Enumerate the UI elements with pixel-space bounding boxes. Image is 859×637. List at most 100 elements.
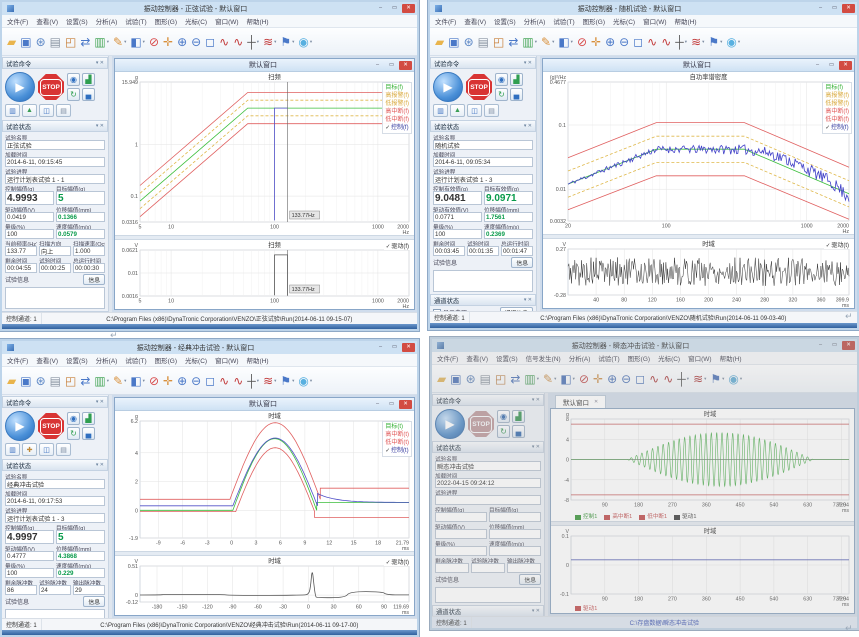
field-value[interactable]: 00:01:47 [501, 246, 533, 256]
settings-gears-icon[interactable]: ⊛▾ [463, 31, 475, 52]
field-value[interactable]: 1.000 [73, 246, 105, 256]
field-value[interactable]: 2014-6-11, 09:05:34 [433, 157, 533, 167]
open-folder-icon[interactable]: ▰▾ [436, 368, 447, 389]
histogram-view-icon[interactable]: ▄ [82, 88, 95, 101]
legend-item[interactable]: ✓控制(t) [385, 447, 409, 455]
dropdown-caret-icon[interactable]: ▾ [554, 376, 556, 382]
dropdown-caret-icon[interactable]: ▾ [107, 39, 109, 45]
dropdown-caret-icon[interactable]: ▾ [722, 376, 724, 382]
field-value[interactable]: 2014-6-11, 09:15:45 [5, 157, 105, 167]
field-value[interactable]: 86 [5, 585, 37, 595]
spectrum-plot-icon[interactable]: ∿▾ [218, 31, 230, 52]
screenshot-icon[interactable]: ◰▾ [494, 368, 507, 389]
pan-hand-icon[interactable]: ✛▾ [162, 31, 174, 52]
info-button[interactable]: 信息 [83, 596, 105, 607]
edit-signal-icon[interactable]: ✎▾ [540, 31, 555, 52]
record-icon[interactable]: ◉ [67, 73, 80, 86]
legend-item[interactable]: ✓高报警(f) [385, 92, 409, 100]
display-setup-icon[interactable]: ◧▾ [559, 368, 576, 389]
report-icon[interactable]: ▤ [56, 443, 71, 456]
settings-gears-icon[interactable]: ⊛▾ [35, 31, 47, 52]
field-value[interactable] [471, 563, 505, 573]
cursor-tool-icon[interactable]: ┼▾ [676, 368, 690, 389]
print-icon[interactable]: ▤▾ [479, 368, 492, 389]
new-schedule-icon[interactable]: ▥▾ [93, 31, 110, 52]
field-value[interactable] [435, 563, 469, 573]
dropdown-caret-icon[interactable]: ▾ [740, 376, 742, 382]
spectrum-view-icon[interactable]: ▟ [82, 73, 95, 86]
legend-item[interactable]: ✓目标(f) [825, 84, 849, 92]
overlay-plot-icon[interactable]: ≋▾ [692, 368, 707, 389]
menu-item[interactable]: 图形(G) [628, 353, 650, 363]
transfer-icon[interactable]: ⇄▾ [507, 31, 519, 52]
stop-display-icon[interactable]: ⊘▾ [578, 368, 590, 389]
dropdown-caret-icon[interactable]: ▾ [274, 378, 276, 384]
legend-item[interactable]: ✓高报警(f) [825, 92, 849, 100]
panel-dock-icons[interactable]: ▾ ✕ [532, 608, 540, 614]
eject-icon[interactable]: ▲ [22, 104, 37, 117]
drive-legend[interactable]: ✓驱动(t) [824, 240, 851, 249]
menu-item[interactable]: 窗口(W) [643, 16, 666, 26]
field-value[interactable] [435, 512, 487, 522]
menu-item[interactable]: 帮助(H) [247, 355, 269, 365]
legend-item[interactable]: ✓高中断(f) [385, 108, 409, 116]
doc-restore-button[interactable]: ▭ [385, 400, 398, 409]
field-value[interactable]: 4.3868 [56, 551, 105, 561]
legend-item[interactable]: ✓高中断(f) [825, 108, 849, 116]
print-icon[interactable]: ▤▾ [49, 31, 62, 52]
field-value[interactable]: 00:01:35 [467, 246, 499, 256]
panel-dock-icons[interactable]: ▾ ✕ [524, 60, 532, 66]
save-icon[interactable]: ▣▾ [19, 31, 32, 52]
field-value[interactable]: 5 [56, 530, 105, 544]
field-value[interactable]: 运行计划表试验 1 - 3 [433, 174, 533, 184]
dropdown-caret-icon[interactable]: ▾ [124, 39, 126, 45]
menu-item[interactable]: 查看(V) [36, 355, 58, 365]
doc-minimize-button[interactable]: – [811, 61, 824, 70]
dropdown-caret-icon[interactable]: ▾ [535, 39, 537, 45]
start-test-button[interactable]: ▶ [435, 409, 465, 439]
dropdown-caret-icon[interactable]: ▾ [257, 39, 259, 45]
menu-item[interactable]: 帮助(H) [247, 16, 269, 26]
report-icon[interactable]: ▤ [484, 104, 499, 117]
stop-display-icon[interactable]: ⊘▾ [576, 31, 588, 52]
display-setup-icon[interactable]: ◧▾ [129, 370, 146, 391]
menu-item[interactable]: 分析(A) [96, 355, 118, 365]
dropdown-caret-icon[interactable]: ▾ [274, 39, 276, 45]
screenshot-icon[interactable]: ◰▾ [64, 31, 77, 52]
tab-close-icon[interactable]: ✕ [594, 399, 598, 405]
edit-signal-icon[interactable]: ✎▾ [112, 31, 127, 52]
dropdown-caret-icon[interactable]: ▾ [738, 39, 740, 45]
pan-icon[interactable]: ✚ [22, 443, 37, 456]
spectrum-plot-icon[interactable]: ∿▾ [218, 370, 230, 391]
menu-item[interactable]: 帮助(H) [720, 353, 742, 363]
menu-item[interactable]: 查看(V) [464, 16, 486, 26]
cursor-tool-icon[interactable]: ┼▾ [246, 370, 260, 391]
zoom-out-icon[interactable]: ⊖▾ [618, 31, 630, 52]
menu-item[interactable]: 光标(C) [613, 16, 635, 26]
window-layout-icon[interactable]: ◫ [39, 443, 54, 456]
search-icon[interactable]: ◉▾ [297, 31, 313, 52]
dropdown-caret-icon[interactable]: ▾ [571, 39, 573, 45]
new-schedule-icon[interactable]: ▥▾ [523, 368, 540, 389]
zoom-fit-icon[interactable]: ◻▾ [204, 370, 216, 391]
minimize-button[interactable]: – [814, 341, 827, 350]
field-value[interactable] [489, 529, 541, 539]
transfer-icon[interactable]: ⇄▾ [79, 31, 91, 52]
open-folder-icon[interactable]: ▰▾ [434, 31, 445, 52]
overlay-plot-icon[interactable]: ≋▾ [690, 31, 705, 52]
menu-item[interactable]: 文件(F) [7, 355, 28, 365]
maximize-button[interactable]: ▭ [388, 343, 401, 352]
legend-item[interactable]: ✓低报警(f) [385, 100, 409, 108]
legend-item[interactable]: ✓低中断(t) [385, 439, 409, 447]
dropdown-caret-icon[interactable]: ▾ [720, 39, 722, 45]
save-icon[interactable]: ▣▾ [447, 31, 460, 52]
field-value[interactable]: 2014-6-11, 09:17:53 [5, 496, 105, 506]
close-button[interactable]: ✕ [402, 4, 415, 13]
field-value[interactable]: 正弦试验 [5, 140, 105, 150]
legend-item[interactable]: ✓低中断(f) [825, 116, 849, 124]
drive-legend[interactable]: ✓驱动(t) [384, 557, 411, 566]
maximize-button[interactable]: ▭ [828, 4, 841, 13]
dropdown-caret-icon[interactable]: ▾ [257, 378, 259, 384]
minimize-button[interactable]: – [814, 4, 827, 13]
new-schedule-icon[interactable]: ▥▾ [521, 31, 538, 52]
